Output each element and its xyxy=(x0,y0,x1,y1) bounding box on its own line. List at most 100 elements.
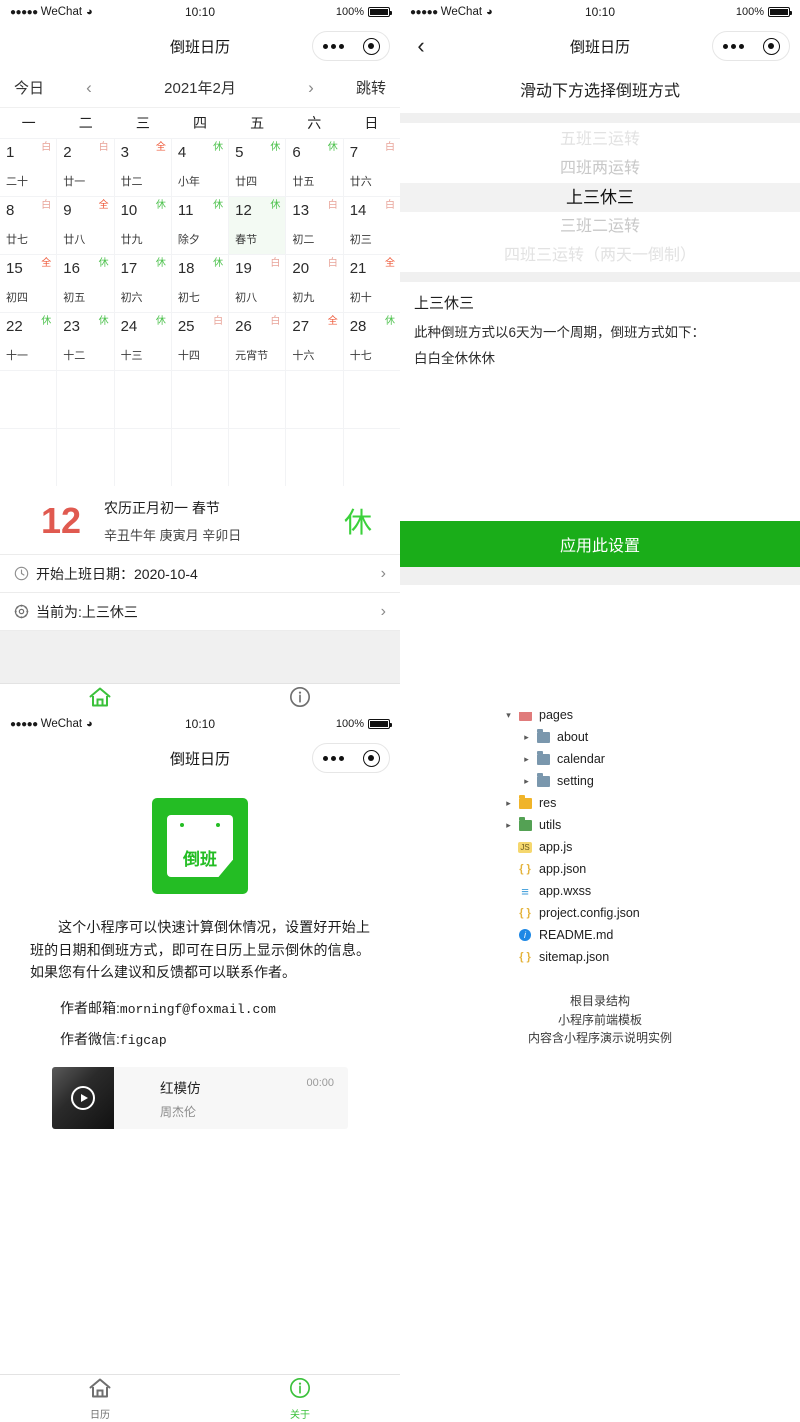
file-tree-row[interactable]: ▸ about xyxy=(498,726,800,748)
day-lunar: 初八 xyxy=(235,292,258,304)
tabbar-about[interactable]: 日历 关于 xyxy=(0,1374,400,1422)
file-tree-row[interactable]: ▸ setting xyxy=(498,770,800,792)
day-lunar: 初三 xyxy=(349,234,372,246)
gear-icon xyxy=(14,604,36,619)
wechat-capsule[interactable] xyxy=(312,743,390,773)
calendar-day-cell[interactable]: 28 休十七 xyxy=(343,313,400,370)
day-shift-mark: 休 xyxy=(270,200,281,211)
calendar-day-cell[interactable]: 5 休廿四 xyxy=(229,139,286,196)
calendar-day-cell[interactable]: 9 全廿八 xyxy=(57,197,114,254)
close-target-icon[interactable] xyxy=(362,749,380,767)
file-tree-row[interactable]: JS app.js xyxy=(498,836,800,858)
tab-about[interactable]: 关于 xyxy=(200,1375,400,1422)
calendar-day-cell[interactable]: 2 白廿一 xyxy=(57,139,114,196)
music-player[interactable]: 红模仿 周杰伦 00:00 xyxy=(52,1067,348,1130)
folder-blue-icon xyxy=(533,750,553,765)
wechat-capsule[interactable] xyxy=(312,31,390,61)
tab-calendar[interactable]: 日历 xyxy=(0,1375,200,1422)
chevron-right-icon[interactable]: ▸ xyxy=(520,754,533,765)
day-shift-mark: 休 xyxy=(155,258,166,269)
day-lunar: 初二 xyxy=(292,234,315,246)
calendar-day-cell[interactable]: 14 白初三 xyxy=(343,197,400,254)
more-menu-icon[interactable] xyxy=(322,43,344,49)
calendar-day-cell[interactable]: 3 全廿二 xyxy=(114,139,171,196)
wechat-capsule[interactable] xyxy=(712,31,790,61)
today-button[interactable]: 今日 xyxy=(14,77,66,98)
calendar-day-cell[interactable]: 16 休初五 xyxy=(57,255,114,312)
calendar-day-cell[interactable]: 10 休廿九 xyxy=(114,197,171,254)
day-shift-mark: 休 xyxy=(155,316,166,327)
calendar-day-cell[interactable]: 1 白二十 xyxy=(0,139,57,196)
logo-dot-left xyxy=(180,823,184,827)
next-month-icon[interactable]: › xyxy=(288,78,334,98)
day-number: 16 xyxy=(63,260,80,277)
calendar-day-cell[interactable]: 27 全十六 xyxy=(286,313,343,370)
chevron-right-icon[interactable]: ▸ xyxy=(502,798,515,809)
calendar-day-cell[interactable]: 20 白初九 xyxy=(286,255,343,312)
start-date-row[interactable]: 开始上班日期：2020-10-4 › xyxy=(0,555,400,593)
back-chevron-icon[interactable]: ‹ xyxy=(410,35,432,57)
carrier-label: WeChat xyxy=(440,6,483,18)
tabbar-calendar[interactable]: 日历 关于 xyxy=(0,683,400,712)
picker-option[interactable]: 四班两运转 xyxy=(400,154,800,183)
file-tree-row[interactable]: ▾ pages xyxy=(498,712,800,726)
calendar-grid[interactable]: 1 白二十 2 白廿一 3 全廿二 4 休小年 5 休廿四 6 休廿五 7 白廿六 8 白廿七 9 全廿八 10 休廿… xyxy=(0,138,400,486)
shift-picker[interactable]: 五班三运转 四班两运转 上三休三 三班二运转 四班三运转（两天一倒制） xyxy=(400,123,800,272)
file-tree-row[interactable]: i README.md xyxy=(498,924,800,946)
chevron-right-icon[interactable]: ▸ xyxy=(520,732,533,743)
calendar-day-cell[interactable]: 26 白元宵节 xyxy=(229,313,286,370)
calendar-empty-cell xyxy=(229,429,286,486)
calendar-day-cell[interactable]: 23 休十二 xyxy=(57,313,114,370)
calendar-day-cell[interactable]: 18 休初七 xyxy=(171,255,229,312)
file-tree-label: setting xyxy=(557,774,594,788)
calendar-day-cell[interactable]: 21 全初十 xyxy=(343,255,400,312)
calendar-day-cell[interactable]: 13 白初二 xyxy=(286,197,343,254)
file-tree-row[interactable]: ▸ calendar xyxy=(498,748,800,770)
day-shift-mark: 全 xyxy=(327,316,338,327)
tab-calendar-label: 日历 xyxy=(90,1409,110,1421)
calendar-empty-cell xyxy=(0,371,57,428)
calendar-day-cell[interactable]: 4 休小年 xyxy=(171,139,229,196)
calendar-day-cell[interactable]: 22 休十一 xyxy=(0,313,57,370)
prev-month-icon[interactable]: ‹ xyxy=(66,78,112,98)
tab-about[interactable]: 关于 xyxy=(200,684,400,712)
close-target-icon[interactable] xyxy=(762,37,780,55)
chevron-right-icon[interactable]: ▸ xyxy=(502,820,515,831)
calendar-day-cell[interactable]: 11 休除夕 xyxy=(171,197,229,254)
file-tree-row[interactable]: { } app.json xyxy=(498,858,800,880)
file-tree-row[interactable]: ▸ utils xyxy=(498,814,800,836)
more-menu-icon[interactable] xyxy=(722,43,744,49)
file-tree-row[interactable]: ≡ app.wxss xyxy=(498,880,800,902)
calendar-day-cell[interactable]: 19 白初八 xyxy=(229,255,286,312)
author-wechat-value[interactable]: figcap xyxy=(120,1033,167,1048)
day-lunar: 廿七 xyxy=(6,234,28,246)
calendar-day-cell[interactable]: 12 休春节 xyxy=(229,197,286,254)
apply-settings-button[interactable]: 应用此设置 xyxy=(400,521,800,567)
chevron-down-icon[interactable]: ▾ xyxy=(502,712,515,721)
tab-calendar[interactable]: 日历 xyxy=(0,684,200,712)
close-target-icon[interactable] xyxy=(362,37,380,55)
more-menu-icon[interactable] xyxy=(322,755,344,761)
picker-option[interactable]: 四班三运转（两天一倒制） xyxy=(400,241,800,270)
project-file-tree[interactable]: ▾ pages ▸ about ▸ calendar ▸ setting ▸ res ▸ utils J… xyxy=(498,712,800,968)
file-tree-row[interactable]: ▸ res xyxy=(498,792,800,814)
chevron-right-icon[interactable]: ▸ xyxy=(520,776,533,787)
picker-option[interactable]: 上三休三 xyxy=(400,183,800,212)
calendar-day-cell[interactable]: 24 休十三 xyxy=(114,313,171,370)
play-icon[interactable] xyxy=(71,1086,95,1111)
calendar-day-cell[interactable]: 25 白十四 xyxy=(171,313,229,370)
current-shift-row[interactable]: 当前为:上三休三 › xyxy=(0,593,400,631)
jump-button[interactable]: 跳转 xyxy=(334,77,386,98)
weekday-2: 三 xyxy=(135,115,150,131)
file-tree-row[interactable]: { } sitemap.json xyxy=(498,946,800,968)
calendar-day-cell[interactable]: 17 休初六 xyxy=(114,255,171,312)
day-number: 5 xyxy=(235,144,244,161)
calendar-day-cell[interactable]: 6 休廿五 xyxy=(286,139,343,196)
picker-option[interactable]: 三班二运转 xyxy=(400,212,800,241)
calendar-day-cell[interactable]: 15 全初四 xyxy=(0,255,57,312)
calendar-day-cell[interactable]: 8 白廿七 xyxy=(0,197,57,254)
calendar-day-cell[interactable]: 7 白廿六 xyxy=(343,139,400,196)
author-email-value[interactable]: morningf@foxmail.com xyxy=(120,1002,276,1017)
file-tree-row[interactable]: { } project.config.json xyxy=(498,902,800,924)
picker-option[interactable]: 五班三运转 xyxy=(400,125,800,154)
